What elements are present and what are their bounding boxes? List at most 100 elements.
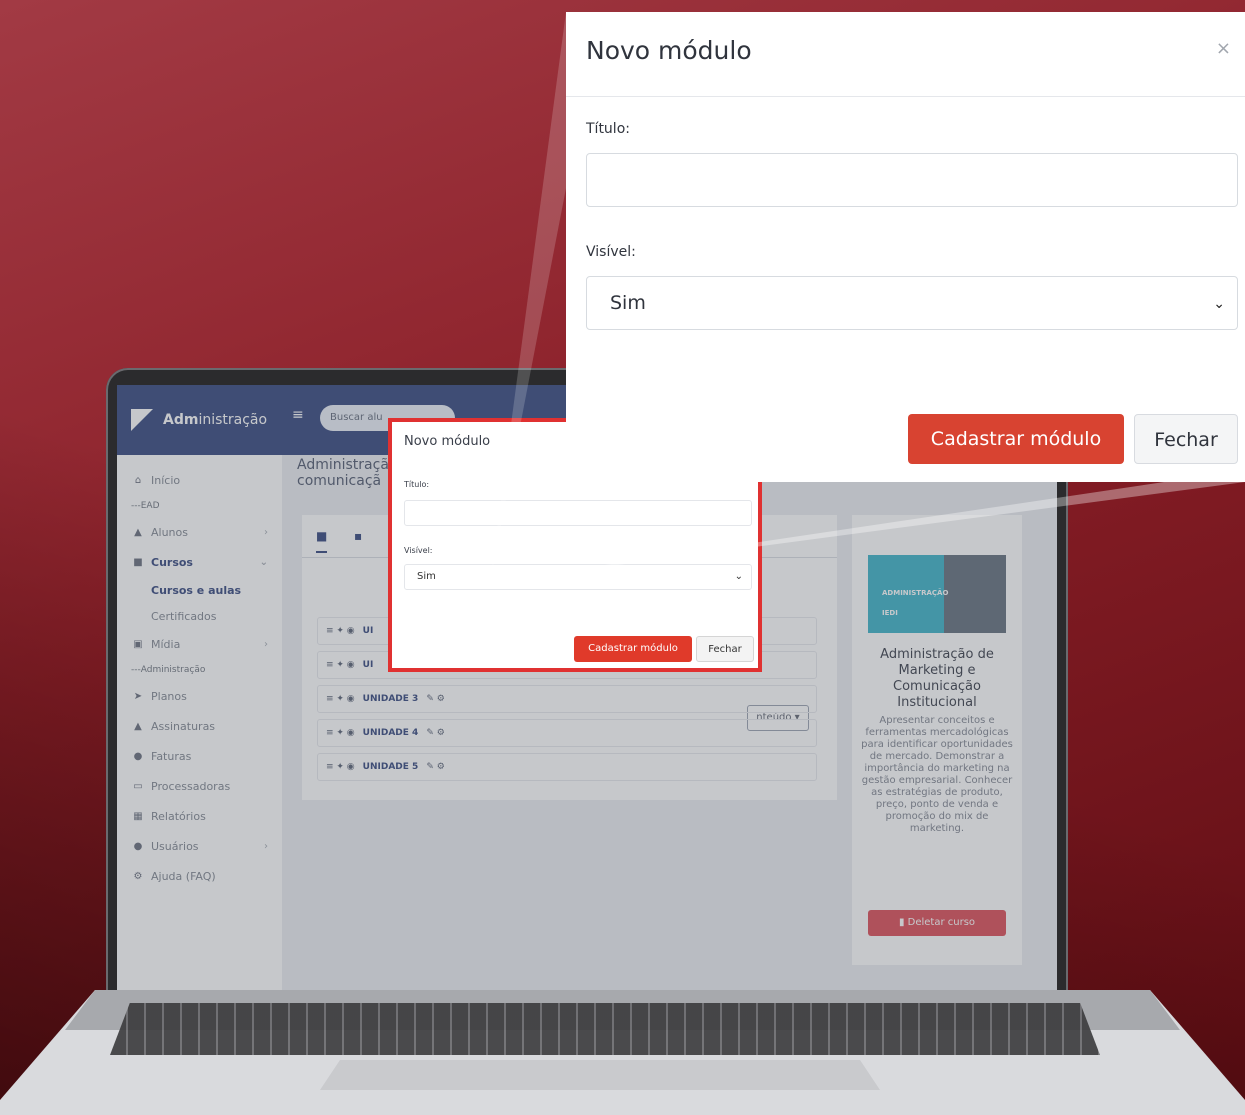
chevron-right-icon: › [264,638,268,650]
sidebar-header: Administração [117,385,282,455]
tab-modules-icon[interactable]: ■ [316,529,328,553]
sidebar-item[interactable]: ⌂ Início [117,465,282,495]
unit-row[interactable]: ≡ ✦ ◉ UNIDADE 3 ✎ ⚙ [317,685,817,713]
unit-name: UNIDADE 5 [362,762,419,772]
sidebar-item-label: Alunos [151,525,188,539]
sidebar-nav: ⌂ Início --- EAD ▲ Alunos › ■ Cursos ⌄ Cursos e a… [117,455,282,891]
chevron-down-icon: ⌄ [259,556,268,568]
new-module-modal: Novo módulo × Título: Visível: Sim ⌄ Cad… [566,12,1245,482]
sidebar-item[interactable]: ⚙ Ajuda (FAQ) [117,861,282,891]
visible-label: Visível: [586,244,636,260]
unit-name: UNIDADE 3 [362,694,419,704]
sidebar-section: --- Administração [117,659,282,681]
sidebar-item-label: Ajuda (FAQ) [151,869,216,883]
sidebar-item-label: Mídia [151,637,181,651]
page-title: Administraçã comunicaçã [297,457,389,489]
drag-handle-icon[interactable]: ≡ ✦ ◉ [326,728,355,738]
trash-icon: ▮ [898,917,908,928]
help-icon: ⚙ [133,870,143,882]
sidebar-item-label: Administração [140,665,206,675]
edit-icon[interactable]: ✎ ⚙ [426,728,444,738]
drag-handle-icon[interactable]: ≡ ✦ ◉ [326,762,355,772]
small-visible-select[interactable]: Sim ⌄ [404,564,752,590]
modal-title: Novo módulo [586,36,752,65]
section-dash: --- [131,501,141,511]
small-close-button[interactable]: Fechar [696,636,754,662]
thumbnail-text: ADMINISTRAÇÃO [882,589,949,597]
small-submit-button[interactable]: Cadastrar módulo [574,636,692,662]
sidebar-item[interactable]: ● Usuários › [117,831,282,861]
sidebar: Administração ⌂ Início --- EAD ▲ Alunos › ■ Cur… [117,385,282,990]
sidebar-subitem[interactable]: Cursos e aulas [117,577,282,603]
small-title-label: Título: [404,480,430,489]
small-title-input[interactable] [404,500,752,526]
delete-course-button[interactable]: ▮ Deletar curso [868,910,1006,936]
visible-select[interactable]: Sim ⌄ [586,276,1238,330]
sidebar-item-label: EAD [140,501,160,511]
paper-plane-icon: ➤ [133,690,143,702]
sidebar-section: --- EAD [117,495,282,517]
keyboard [110,1003,1100,1055]
visible-value: Sim [610,292,646,314]
home-icon: ⌂ [134,474,142,486]
thumbnail-brand: IEDI [882,609,898,617]
brand-name[interactable]: Administração [163,412,267,428]
chevron-down-icon: ⌄ [734,571,743,582]
tab-calendar-icon[interactable]: ▪ [354,529,362,543]
submit-module-button[interactable]: Cadastrar módulo [908,414,1124,464]
page-title-line: Administraçã [297,457,389,473]
close-button[interactable]: Fechar [1134,414,1238,464]
sidebar-item-label: Planos [151,689,187,703]
chevron-right-icon: › [264,840,268,852]
sidebar-item[interactable]: ● Faturas [117,741,282,771]
graduation-cap-icon: ▲ [134,526,142,538]
close-icon[interactable]: × [1216,38,1231,59]
section-dash: --- [131,665,141,675]
sidebar-item[interactable]: ▦ Relatórios [117,801,282,831]
sidebar-item[interactable]: ➤ Planos [117,681,282,711]
chart-icon: ▦ [133,810,143,822]
sidebar-item-label: Faturas [151,749,192,763]
invoice-icon: ● [133,750,143,762]
sidebar-item[interactable]: ■ Cursos ⌄ [117,547,282,577]
lock-icon: ▲ [134,720,142,732]
book-icon: ■ [133,556,143,568]
sidebar-subitem[interactable]: Certificados [117,603,282,629]
unit-row[interactable]: ≡ ✦ ◉ UNIDADE 4 ✎ ⚙ [317,719,817,747]
course-description: Apresentar conceitos e ferramentas merca… [861,715,1013,834]
sidebar-item[interactable]: ▲ Alunos › [117,517,282,547]
sidebar-item-label: Assinaturas [151,719,216,733]
drag-handle-icon[interactable]: ≡ ✦ ◉ [326,626,355,636]
chevron-down-icon: ⌄ [1213,296,1225,312]
users-icon: ● [133,840,143,852]
course-title: Administração de Marketing e Comunicação… [880,647,994,710]
page-title-line: comunicaçã [297,473,382,489]
drag-handle-icon[interactable]: ≡ ✦ ◉ [326,694,355,704]
small-visible-label: Visível: [404,546,433,555]
sidebar-item-label: Certificados [151,609,217,623]
logo-icon [131,409,153,431]
unit-name: UNIDADE 4 [362,728,419,738]
sidebar-item[interactable]: ▲ Assinaturas [117,711,282,741]
unit-row[interactable]: ≡ ✦ ◉ UNIDADE 5 ✎ ⚙ [317,753,817,781]
edit-icon[interactable]: ✎ ⚙ [426,694,444,704]
sidebar-item-label: Cursos [151,555,193,569]
sidebar-item-label: Usuários [151,839,199,853]
menu-icon[interactable]: ≡ [292,407,304,423]
sidebar-item-label: Cursos e aulas [151,583,242,597]
unit-name: UI [362,660,374,670]
drag-handle-icon[interactable]: ≡ ✦ ◉ [326,660,355,670]
sidebar-item-label: Processadoras [151,779,231,793]
sidebar-item[interactable]: ▭ Processadoras [117,771,282,801]
chevron-right-icon: › [264,526,268,538]
sidebar-item-label: Início [151,473,181,487]
course-info-card: ADMINISTRAÇÃO IEDI Administração de Mark… [852,515,1022,965]
course-thumbnail: ADMINISTRAÇÃO IEDI [868,555,1006,633]
small-visible-value: Sim [417,571,436,582]
title-label: Título: [586,121,630,137]
edit-icon[interactable]: ✎ ⚙ [426,762,444,772]
title-input[interactable] [586,153,1238,207]
sidebar-item[interactable]: ▣ Mídia › [117,629,282,659]
modal-header: Novo módulo × [566,12,1245,97]
media-icon: ▣ [133,638,143,650]
